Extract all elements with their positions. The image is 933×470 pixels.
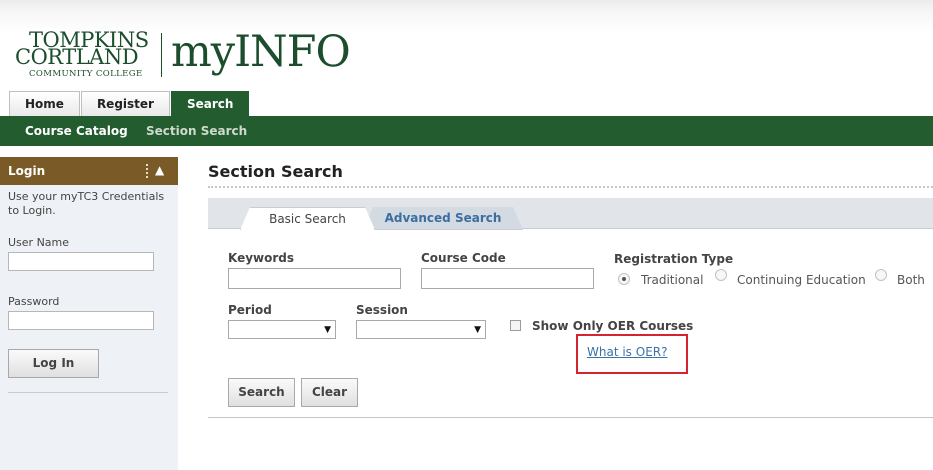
password-label: Password: [8, 295, 60, 308]
password-input[interactable]: [8, 311, 154, 330]
period-select[interactable]: ▼: [228, 320, 336, 339]
main-nav-tabs: Home Register Search: [9, 91, 250, 116]
subnav-course-catalog[interactable]: Course Catalog: [25, 116, 128, 146]
username-input[interactable]: [8, 252, 154, 271]
college-logo[interactable]: TOMPKINS CORTLAND COMMUNITY COLLEGE: [15, 30, 155, 80]
oer-only-label: Show Only OER Courses: [532, 319, 694, 333]
username-label: User Name: [8, 236, 70, 249]
tab-advanced-search[interactable]: Advanced Search: [363, 207, 523, 230]
triangle-up-icon[interactable]: ▲: [155, 162, 164, 178]
login-panel-title: Login: [8, 164, 46, 178]
tab-search[interactable]: Search: [170, 91, 250, 116]
logo-line-3: COMMUNITY COLLEGE: [29, 69, 143, 79]
what-is-oer-link[interactable]: What is OER?: [587, 345, 667, 359]
registration-type-label: Registration Type: [614, 252, 734, 266]
subnav-section-search[interactable]: Section Search: [146, 116, 247, 146]
sidebar-divider: [8, 392, 168, 393]
radio-both-label: Both: [897, 273, 925, 287]
logo-divider: [161, 33, 162, 77]
sub-navigation: Course Catalog Section Search: [0, 116, 933, 146]
login-description: Use your myTC3 Credentials to Login.: [8, 190, 165, 217]
app-title: myINFO: [171, 27, 351, 77]
page-title: Section Search: [208, 162, 343, 181]
course-code-label: Course Code: [421, 251, 506, 265]
login-button[interactable]: Log In: [8, 349, 99, 378]
session-label: Session: [356, 303, 408, 317]
period-label: Period: [228, 303, 272, 317]
oer-only-checkbox[interactable]: [510, 320, 521, 331]
tab-basic-search[interactable]: Basic Search: [240, 207, 375, 230]
dropdown-arrow-icon: ▼: [474, 325, 481, 335]
keywords-label: Keywords: [228, 251, 295, 265]
title-divider: [208, 186, 933, 188]
radio-traditional-label: Traditional: [641, 273, 704, 287]
logo-line-2: CORTLAND: [15, 45, 139, 69]
radio-continuing-education-label: Continuing Education: [737, 273, 866, 287]
tab-register[interactable]: Register: [80, 91, 170, 116]
clear-button[interactable]: Clear: [301, 378, 358, 407]
radio-both[interactable]: [875, 269, 887, 281]
login-sidebar: Login ▲ Use your myTC3 Credentials to Lo…: [0, 157, 178, 470]
search-button[interactable]: Search: [228, 378, 295, 407]
radio-traditional[interactable]: [618, 273, 630, 285]
radio-continuing-education[interactable]: [715, 269, 727, 281]
login-panel-header: Login ▲: [0, 157, 178, 185]
keywords-input[interactable]: [228, 268, 401, 289]
drag-handle[interactable]: [146, 164, 148, 178]
search-tabs-bar: Advanced Search Basic Search: [208, 198, 933, 229]
course-code-input[interactable]: [421, 268, 594, 289]
dropdown-arrow-icon: ▼: [324, 325, 331, 335]
session-select[interactable]: ▼: [356, 320, 486, 339]
tab-home[interactable]: Home: [9, 91, 80, 116]
